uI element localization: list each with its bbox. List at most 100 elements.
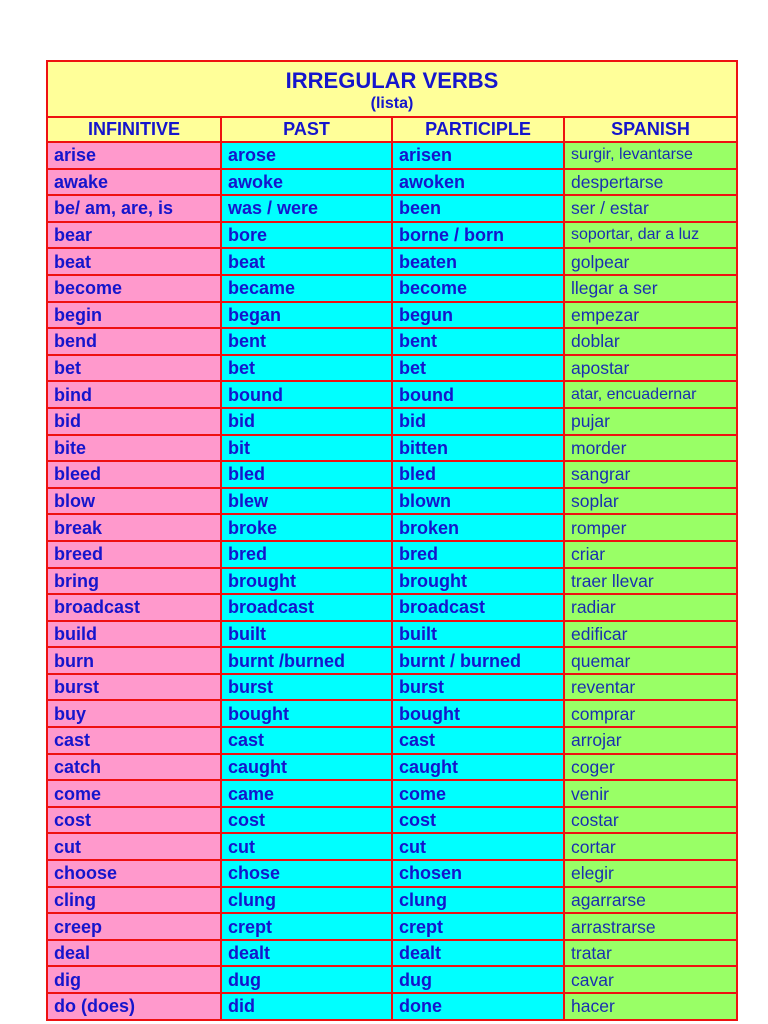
spanish-cell: traer llevar bbox=[563, 566, 738, 596]
column-header-participle: PARTICIPLE bbox=[391, 116, 565, 143]
spanish-cell: costar bbox=[563, 805, 738, 835]
past-cell: caught bbox=[220, 752, 393, 782]
table-row: creep crept crept arrastrarse bbox=[46, 912, 738, 941]
column-header-past: PAST bbox=[220, 116, 393, 143]
table-row: come came come venir bbox=[46, 779, 738, 808]
past-cell: became bbox=[220, 273, 393, 303]
past-cell: beat bbox=[220, 247, 393, 276]
participle-cell: broadcast bbox=[391, 593, 565, 622]
spanish-cell: llegar a ser bbox=[563, 273, 738, 303]
infinitive-cell: burn bbox=[46, 646, 222, 675]
table-row: blow blew blown soplar bbox=[46, 486, 738, 516]
spanish-cell: venir bbox=[563, 779, 738, 808]
title-row: IRREGULAR VERBS (lista) bbox=[46, 60, 738, 118]
spanish-cell: cortar bbox=[563, 832, 738, 862]
participle-cell: awoken bbox=[391, 167, 565, 197]
table-row: bear bore borne / born soportar, dar a luz bbox=[46, 220, 738, 250]
infinitive-cell: do (does) bbox=[46, 992, 222, 1021]
spanish-cell: romper bbox=[563, 513, 738, 542]
spanish-cell: tratar bbox=[563, 938, 738, 968]
spanish-cell: empezar bbox=[563, 300, 738, 330]
past-cell: bred bbox=[220, 539, 393, 569]
spanish-cell: coger bbox=[563, 752, 738, 782]
participle-cell: burst bbox=[391, 672, 565, 702]
table-row: broadcast broadcast broadcast radiar bbox=[46, 593, 738, 622]
table-row: burst burst burst reventar bbox=[46, 672, 738, 702]
infinitive-cell: cling bbox=[46, 885, 222, 915]
table-row: deal dealt dealt tratar bbox=[46, 938, 738, 968]
infinitive-cell: cast bbox=[46, 726, 222, 755]
past-cell: came bbox=[220, 779, 393, 808]
infinitive-cell: arise bbox=[46, 141, 222, 170]
table-row: catch caught caught coger bbox=[46, 752, 738, 782]
spanish-cell: hacer bbox=[563, 992, 738, 1021]
participle-cell: borne / born bbox=[391, 220, 565, 250]
participle-cell: burnt / burned bbox=[391, 646, 565, 675]
infinitive-cell: bet bbox=[46, 353, 222, 383]
spanish-cell: criar bbox=[563, 539, 738, 569]
participle-cell: clung bbox=[391, 885, 565, 915]
participle-cell: come bbox=[391, 779, 565, 808]
column-header-spanish: SPANISH bbox=[563, 116, 738, 143]
spanish-cell: soplar bbox=[563, 486, 738, 516]
verb-rows: arise arose arisen surgir, levantarse awake a… bbox=[46, 141, 738, 1021]
past-cell: burst bbox=[220, 672, 393, 702]
past-cell: brought bbox=[220, 566, 393, 596]
spanish-cell: quemar bbox=[563, 646, 738, 675]
infinitive-cell: build bbox=[46, 619, 222, 649]
infinitive-cell: bid bbox=[46, 406, 222, 436]
table-row: burn burnt /burned burnt / burned quemar bbox=[46, 646, 738, 675]
infinitive-cell: breed bbox=[46, 539, 222, 569]
past-cell: broadcast bbox=[220, 593, 393, 622]
participle-cell: cast bbox=[391, 726, 565, 755]
participle-cell: become bbox=[391, 273, 565, 303]
table-subtitle: (lista) bbox=[370, 94, 414, 112]
past-cell: blew bbox=[220, 486, 393, 516]
spanish-cell: doblar bbox=[563, 327, 738, 356]
table-row: bid bid bid pujar bbox=[46, 406, 738, 436]
past-cell: clung bbox=[220, 885, 393, 915]
table-row: become became become llegar a ser bbox=[46, 273, 738, 303]
participle-cell: brought bbox=[391, 566, 565, 596]
column-header-row: INFINITIVE PAST PARTICIPLE SPANISH bbox=[46, 116, 738, 143]
table-row: bring brought brought traer llevar bbox=[46, 566, 738, 596]
spanish-cell: reventar bbox=[563, 672, 738, 702]
table-row: breed bred bred criar bbox=[46, 539, 738, 569]
infinitive-cell: begin bbox=[46, 300, 222, 330]
past-cell: bet bbox=[220, 353, 393, 383]
past-cell: bought bbox=[220, 699, 393, 729]
spanish-cell: surgir, levantarse bbox=[563, 141, 738, 170]
table-row: bend bent bent doblar bbox=[46, 327, 738, 356]
past-cell: burnt /burned bbox=[220, 646, 393, 675]
infinitive-cell: cut bbox=[46, 832, 222, 862]
past-cell: bound bbox=[220, 380, 393, 409]
page: IRREGULAR VERBS (lista) INFINITIVE PAST … bbox=[0, 0, 768, 1024]
participle-cell: bled bbox=[391, 460, 565, 489]
infinitive-cell: buy bbox=[46, 699, 222, 729]
participle-cell: bound bbox=[391, 380, 565, 409]
participle-cell: been bbox=[391, 194, 565, 223]
infinitive-cell: bend bbox=[46, 327, 222, 356]
table-row: bet bet bet apostar bbox=[46, 353, 738, 383]
past-cell: did bbox=[220, 992, 393, 1021]
spanish-cell: radiar bbox=[563, 593, 738, 622]
infinitive-cell: beat bbox=[46, 247, 222, 276]
spanish-cell: edificar bbox=[563, 619, 738, 649]
participle-cell: crept bbox=[391, 912, 565, 941]
participle-cell: begun bbox=[391, 300, 565, 330]
table-row: cut cut cut cortar bbox=[46, 832, 738, 862]
infinitive-cell: break bbox=[46, 513, 222, 542]
past-cell: built bbox=[220, 619, 393, 649]
table-row: begin began begun empezar bbox=[46, 300, 738, 330]
spanish-cell: sangrar bbox=[563, 460, 738, 489]
table-row: bleed bled bled sangrar bbox=[46, 460, 738, 489]
infinitive-cell: choose bbox=[46, 859, 222, 888]
table-row: be/ am, are, is was / were been ser / estar bbox=[46, 194, 738, 223]
past-cell: bled bbox=[220, 460, 393, 489]
participle-cell: dealt bbox=[391, 938, 565, 968]
infinitive-cell: catch bbox=[46, 752, 222, 782]
past-cell: bit bbox=[220, 433, 393, 463]
table-row: build built built edificar bbox=[46, 619, 738, 649]
spanish-cell: elegir bbox=[563, 859, 738, 888]
infinitive-cell: deal bbox=[46, 938, 222, 968]
